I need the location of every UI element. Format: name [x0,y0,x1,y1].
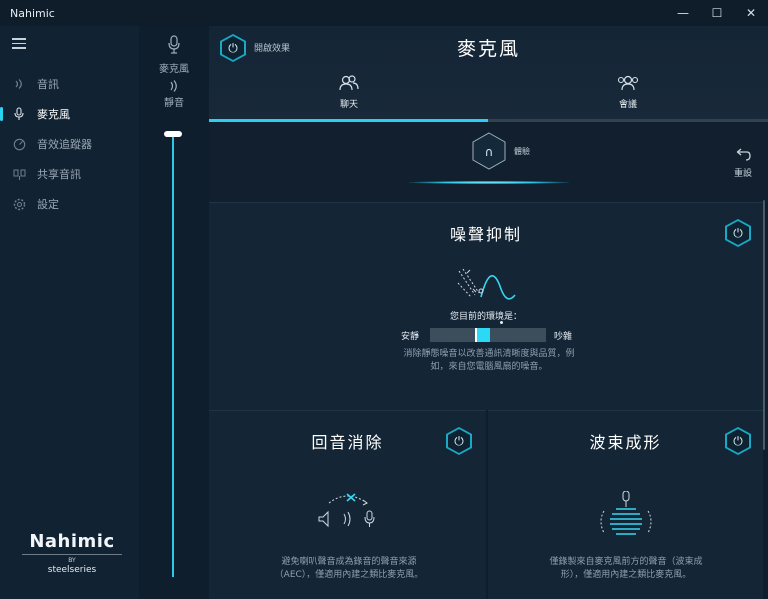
brand-name: Nahimic [29,531,115,552]
sidebar-item-settings[interactable]: 設定 [0,189,139,219]
sidebar: 音訊 麥克風 音效追蹤器 共享音訊 設定 Nahimic BY steelser… [0,26,139,599]
tab-chat[interactable]: 聊天 [209,74,489,122]
power-icon: ⏻ [727,221,749,245]
tab-meeting[interactable]: 會議 [488,74,768,122]
undo-arrow-icon [731,148,755,166]
echo-cancellation-icon [317,491,381,535]
window-controls: — ☐ ✕ [666,0,768,26]
noise-suppression-title: 噪聲抑制 [449,225,522,244]
mic-volume-label: 麥克風 [159,64,189,75]
svg-text:∩: ∩ [485,145,494,159]
environment-slider-track[interactable] [430,328,546,342]
share-audio-icon [12,167,26,181]
sidebar-item-label: 共享音訊 [37,168,81,181]
tab-label: 會議 [618,100,637,110]
sidebar-item-audio[interactable]: 音訊 [0,69,139,99]
title-bar: Nahimic — ☐ ✕ [0,0,768,26]
brand-by: BY [22,554,122,564]
mute-label: 靜音 [164,98,184,109]
sidebar-item-share-audio[interactable]: 共享音訊 [0,159,139,189]
echo-cancellation-card: 回音消除 ⏻ 避免喇叭聲音成為錄音的聲音來源（AEC），僅適用內建之類比麥克風。 [209,410,486,599]
power-icon: ⏻ [727,429,749,453]
sound-tracker-icon [12,137,26,151]
beamforming-title: 波束成形 [589,433,662,452]
header-region: ⏻ 開啟效果 麥克風 聊天 會議 [209,26,768,122]
noise-suppression-card: 噪聲抑制 ⏻ 您目前的環境是： 安靜 吵雜 消除靜態噪音以改善通訊清晰度與品質，… [209,202,763,410]
brand-logo: Nahimic BY steelseries [22,531,122,575]
echo-cancellation-title: 回音消除 [311,433,384,452]
reset-button[interactable]: 重設 [731,148,755,179]
meeting-users-icon [488,74,768,94]
sidebar-item-sound-tracker[interactable]: 音效追蹤器 [0,129,139,159]
preset-label: 體驗 [514,147,530,156]
speaker-wave-icon [12,77,26,91]
sidebar-item-label: 音訊 [37,78,59,91]
beamforming-power-button[interactable]: ⏻ [725,427,751,455]
noise-suppression-power-button[interactable]: ⏻ [725,219,751,247]
noise-suppression-description: 消除靜態噪音以改善通訊清晰度與品質，例如，來自您電腦風扇的噪音。 [403,349,575,372]
minimize-button[interactable]: — [666,0,700,26]
beamforming-description: 僅錄製來自麥克風前方的聲音（波束成形），僅適用內建之類比麥克風。 [549,557,703,580]
noisy-label: 吵雜 [554,332,573,342]
brand-partner: steelseries [47,565,97,575]
hamburger-menu-icon[interactable] [12,38,26,50]
mic-volume-slider-handle[interactable] [164,131,182,137]
sidebar-item-microphone[interactable]: 麥克風 [0,99,139,129]
sidebar-nav: 音訊 麥克風 音效追蹤器 共享音訊 設定 [0,69,139,219]
close-button[interactable]: ✕ [734,0,768,26]
microphone-icon [167,35,181,59]
sidebar-item-label: 音效追蹤器 [37,138,92,151]
mic-volume-panel: 麥克風 靜音 [139,26,209,599]
chat-users-icon [209,74,489,94]
tab-label: 聊天 [339,100,358,110]
echo-cancellation-description: 避免喇叭聲音成為錄音的聲音來源（AEC），僅適用內建之類比麥克風。 [274,557,424,580]
echo-cancellation-power-button[interactable]: ⏻ [446,427,472,455]
noise-wave-icon [455,265,521,309]
environment-slider-handle[interactable] [475,328,490,342]
page-title: 麥克風 [456,38,520,60]
reset-label: 重設 [733,169,752,179]
preset-region: ∩ 體驗 重設 [209,122,768,202]
sidebar-item-label: 設定 [37,198,59,211]
preset-experience-button[interactable]: ∩ [472,132,506,170]
preset-glow-indicator [409,181,569,184]
quiet-label: 安靜 [401,332,420,342]
microphone-icon [12,107,26,121]
main-panel: ⏻ 開啟效果 麥克風 聊天 會議 ∩ 體驗 重設 噪聲抑制 ⏻ 您目前的環境是：… [209,26,768,599]
app-title: Nahimic [10,6,55,20]
beamforming-card: 波束成形 ⏻ 僅錄製來自麥克風前方的聲音（波束成形），僅適用內建之類比麥克風。 [488,410,763,599]
mic-volume-slider-track[interactable] [172,133,174,577]
beamforming-icon [598,490,654,543]
maximize-button[interactable]: ☐ [700,0,734,26]
slider-tick-dot [500,321,503,324]
gear-icon [12,197,26,211]
environment-label: 您目前的環境是： [449,312,522,322]
power-icon: ⏻ [448,429,470,453]
sidebar-item-label: 麥克風 [37,108,70,121]
main-scrollbar[interactable] [763,200,765,450]
